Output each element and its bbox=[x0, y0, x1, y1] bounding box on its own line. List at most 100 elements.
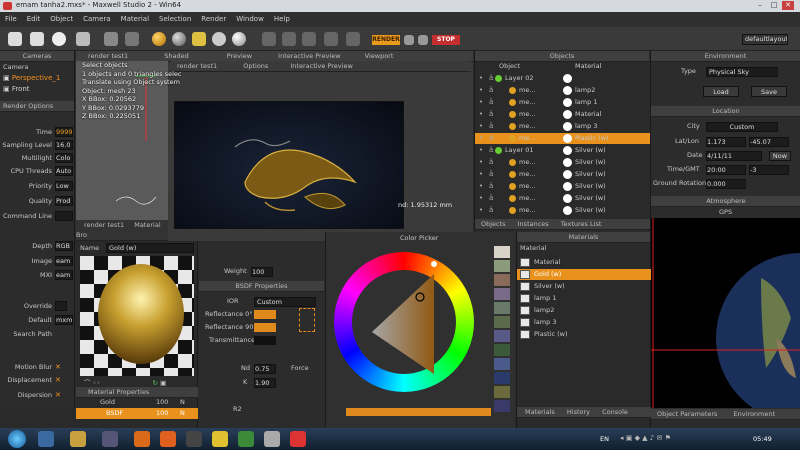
lock-icon[interactable]: ä bbox=[489, 145, 493, 156]
visibility-icon[interactable]: • bbox=[479, 121, 483, 132]
k-field[interactable]: 1.90 bbox=[254, 378, 276, 388]
menu-camera[interactable]: Camera bbox=[78, 12, 115, 27]
lock-icon[interactable]: ä bbox=[489, 73, 493, 84]
start-button[interactable] bbox=[8, 430, 26, 448]
mxi-path-field[interactable]: eam bbox=[55, 270, 73, 280]
object-row[interactable]: • ä me... lamp 3 bbox=[475, 121, 650, 132]
lock-icon[interactable]: ä bbox=[489, 97, 493, 108]
date-field[interactable]: 4/11/11 bbox=[706, 151, 762, 161]
render-button[interactable]: RENDER bbox=[372, 35, 400, 45]
lock-icon[interactable]: ä bbox=[489, 121, 493, 132]
visibility-icon[interactable]: • bbox=[479, 157, 483, 168]
default-material-field[interactable]: mxm bbox=[55, 315, 73, 325]
scale-icon[interactable] bbox=[302, 32, 316, 46]
tab-object-parameters[interactable]: Object Parameters bbox=[657, 410, 717, 418]
visibility-icon[interactable]: • bbox=[479, 169, 483, 180]
menu-edit[interactable]: Edit bbox=[22, 12, 46, 27]
rotate-icon[interactable] bbox=[282, 32, 296, 46]
import-icon[interactable] bbox=[52, 32, 66, 46]
tab-interactive-preview[interactable]: Interactive Preview bbox=[278, 52, 340, 60]
preview-ball-icon[interactable] bbox=[172, 32, 186, 46]
visibility-icon[interactable]: • bbox=[479, 145, 483, 156]
object-row[interactable]: • ä me... Silver (w) bbox=[475, 205, 650, 216]
texture-slot-icon[interactable] bbox=[299, 308, 315, 332]
palette-swatch[interactable] bbox=[494, 400, 510, 412]
layer-row-gold[interactable]: Gold 100 N bbox=[76, 397, 198, 408]
visibility-icon[interactable]: • bbox=[479, 109, 483, 120]
longitude-field[interactable]: -45.07 bbox=[749, 137, 789, 147]
material-preview[interactable] bbox=[80, 256, 194, 376]
preview-options-icon[interactable]: ⌒ ◦◦ bbox=[84, 379, 100, 387]
palette-swatch[interactable] bbox=[494, 386, 510, 398]
tab-environment[interactable]: Environment bbox=[734, 410, 776, 418]
multilight-select[interactable]: Colo bbox=[55, 153, 73, 163]
palette-swatch[interactable] bbox=[494, 246, 510, 258]
material-item[interactable]: lamp 1 bbox=[517, 293, 651, 304]
firefox-icon[interactable] bbox=[160, 431, 176, 447]
palette-swatch[interactable] bbox=[494, 274, 510, 286]
material-item[interactable]: Plastic (w) bbox=[517, 329, 651, 340]
ie-icon[interactable] bbox=[38, 431, 54, 447]
sky-type-select[interactable]: Physical Sky bbox=[706, 67, 778, 77]
palette-swatch[interactable] bbox=[494, 358, 510, 370]
object-row[interactable]: • ä me... Silver (w) bbox=[475, 193, 650, 204]
image-path-field[interactable]: eam bbox=[55, 256, 73, 266]
override-checkbox[interactable] bbox=[55, 301, 67, 311]
language-indicator[interactable]: EN bbox=[600, 435, 609, 443]
object-row[interactable]: • ä me... Material bbox=[475, 109, 650, 120]
menu-selection[interactable]: Selection bbox=[154, 12, 196, 27]
palette-swatch[interactable] bbox=[494, 316, 510, 328]
displacement-checkbox[interactable]: ✕ bbox=[55, 375, 61, 386]
load-button[interactable]: Load bbox=[703, 86, 739, 97]
visibility-icon[interactable]: • bbox=[479, 205, 483, 216]
save-icon[interactable] bbox=[76, 32, 90, 46]
app-icon[interactable] bbox=[264, 431, 280, 447]
object-row[interactable]: • ä me... lamp2 bbox=[475, 85, 650, 96]
object-row[interactable]: • ä me... Silver (w) bbox=[475, 157, 650, 168]
tab-console[interactable]: Console bbox=[602, 408, 628, 416]
saturation-triangle[interactable] bbox=[334, 252, 474, 392]
save-button[interactable]: Save bbox=[751, 86, 787, 97]
region-icon[interactable] bbox=[418, 35, 428, 45]
pick-icon[interactable] bbox=[346, 32, 360, 46]
open-file-icon[interactable] bbox=[30, 32, 44, 46]
material-name-field[interactable]: Gold (w) bbox=[106, 243, 194, 253]
material-item[interactable]: Material bbox=[517, 257, 651, 268]
depth-select[interactable]: RGB bbox=[55, 241, 73, 251]
palette-swatch[interactable] bbox=[494, 330, 510, 342]
close-icon[interactable]: ✕ bbox=[782, 1, 794, 10]
app-icon[interactable] bbox=[186, 431, 202, 447]
maxwell-icon[interactable] bbox=[290, 431, 306, 447]
lock-icon[interactable]: ä bbox=[489, 205, 493, 216]
ior-select[interactable]: Custom bbox=[254, 297, 316, 307]
emitter-icon[interactable] bbox=[192, 32, 206, 46]
now-button[interactable]: Now bbox=[769, 151, 791, 161]
lock-icon[interactable]: ä bbox=[489, 157, 493, 168]
preview-scene-icon[interactable]: ▣ bbox=[160, 379, 166, 387]
material-item[interactable]: Gold (w) bbox=[517, 269, 651, 280]
menu-material[interactable]: Material bbox=[116, 12, 154, 27]
object-row[interactable]: • ä me... lamp 1 bbox=[475, 97, 650, 108]
move-icon[interactable] bbox=[262, 32, 276, 46]
app-icon[interactable] bbox=[134, 431, 150, 447]
layer-row[interactable]: • ä Layer 02 bbox=[475, 73, 650, 84]
visibility-icon[interactable]: • bbox=[479, 97, 483, 108]
subtab-options[interactable]: Options bbox=[243, 62, 268, 70]
menu-window[interactable]: Window bbox=[231, 12, 269, 27]
tab-viewport[interactable]: Viewport bbox=[365, 52, 394, 60]
material-item[interactable]: lamp2 bbox=[517, 305, 651, 316]
stop-button[interactable]: STOP bbox=[432, 35, 460, 45]
camera-item-perspective[interactable]: ▣ Perspective_1 bbox=[3, 73, 60, 84]
sphere-white-icon[interactable] bbox=[232, 32, 246, 46]
undo-icon[interactable] bbox=[104, 32, 118, 46]
nd-field[interactable]: 0.75 bbox=[254, 364, 276, 374]
command-line-field[interactable] bbox=[55, 211, 73, 221]
camera-tab[interactable]: Camera bbox=[0, 62, 74, 72]
minimize-icon[interactable]: – bbox=[754, 1, 766, 10]
layout-select[interactable]: defaultlayout bbox=[742, 34, 788, 45]
material-item[interactable]: lamp 3 bbox=[517, 317, 651, 328]
material-item[interactable]: Silver (w) bbox=[517, 281, 651, 292]
visibility-icon[interactable]: • bbox=[479, 181, 483, 192]
palette-swatch[interactable] bbox=[494, 288, 510, 300]
latitude-field[interactable]: 1.173 bbox=[706, 137, 746, 147]
